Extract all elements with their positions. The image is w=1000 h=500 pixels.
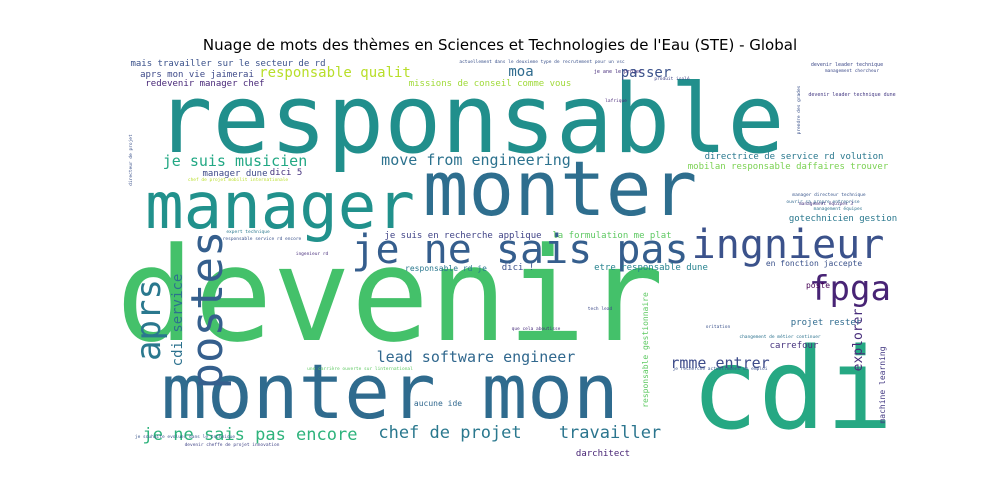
- word-41: projet rester: [791, 318, 862, 328]
- word-57: oritation: [706, 324, 731, 330]
- word-64: devenir cheffe de projet innovation: [185, 442, 280, 448]
- word-8: postes: [182, 231, 233, 390]
- word-26: responsable gestionnaire: [641, 292, 650, 408]
- word-49: management chercheur: [825, 68, 879, 74]
- word-27: machine learning: [878, 346, 887, 423]
- word-9: aprs: [129, 279, 169, 361]
- word-30: redevenir manager chef: [145, 79, 264, 89]
- word-19: moa: [508, 64, 533, 80]
- word-14: lead software engineer: [377, 348, 576, 366]
- word-33: mobilan responsable daffaires trouver: [688, 162, 889, 172]
- word-67: lafrique: [605, 98, 627, 104]
- word-53: expert technique: [226, 229, 270, 235]
- word-36: responsable rd je: [405, 264, 487, 273]
- word-31: missions de conseil comme vous: [409, 79, 572, 89]
- word-38: etre responsable dune: [594, 263, 708, 273]
- word-23: je suis en recherche applique: [384, 231, 541, 241]
- word-32: directrice de service rd volution: [705, 152, 884, 162]
- word-35: dici 5: [270, 168, 303, 178]
- word-45: actuellement dans le deuxieme type de re…: [459, 59, 625, 65]
- word-44: darchitect: [576, 449, 630, 459]
- word-13: travailler: [559, 423, 661, 443]
- word-59: management équipes 3: [799, 200, 853, 207]
- word-63: je souhaite evoluer dans le technique: [135, 434, 236, 440]
- word-24: la formulation me plat: [552, 231, 671, 241]
- word-60: je recherche actuellement un emploi: [673, 366, 768, 372]
- word-25: gotechnicien gestion: [789, 214, 897, 224]
- word-47: devenir leader technique: [811, 62, 883, 68]
- word-37: dici !: [502, 263, 535, 273]
- word-39: en fonction jaccepte: [766, 259, 863, 268]
- word-12: chef de projet: [378, 423, 521, 443]
- word-68: prendre des grades: [796, 85, 802, 134]
- word-16: move from engineering: [381, 151, 571, 169]
- word-61: que cela aboutisse: [512, 326, 561, 332]
- word-48: devenir leader technique dune: [808, 92, 895, 98]
- word-65: directeur de projet: [128, 134, 134, 186]
- word-21: cdi service: [170, 274, 186, 367]
- word-55: ingenieur rd: [296, 251, 329, 257]
- word-62: une carrière ouverte sur linternational: [307, 365, 413, 372]
- word-50: manager directeur technique: [792, 192, 865, 198]
- word-28: mais travailler sur le secteur de rd: [130, 59, 325, 69]
- word-69: produit isolé: [654, 75, 690, 82]
- word-43: aucune ide: [414, 399, 462, 408]
- word-cloud: devenirresponsablemontercdimonter monman…: [116, 59, 897, 459]
- word-66: chef de projet mobilit internationale: [188, 177, 289, 183]
- word-46: je ane le projet: [594, 69, 642, 75]
- word-58: changement de métier continuer: [739, 333, 821, 340]
- word-42: carrefour: [770, 341, 819, 351]
- word-40: poste: [806, 281, 830, 290]
- word-56: tech lead: [588, 306, 613, 312]
- word-54: responsable service rd encore: [223, 236, 302, 242]
